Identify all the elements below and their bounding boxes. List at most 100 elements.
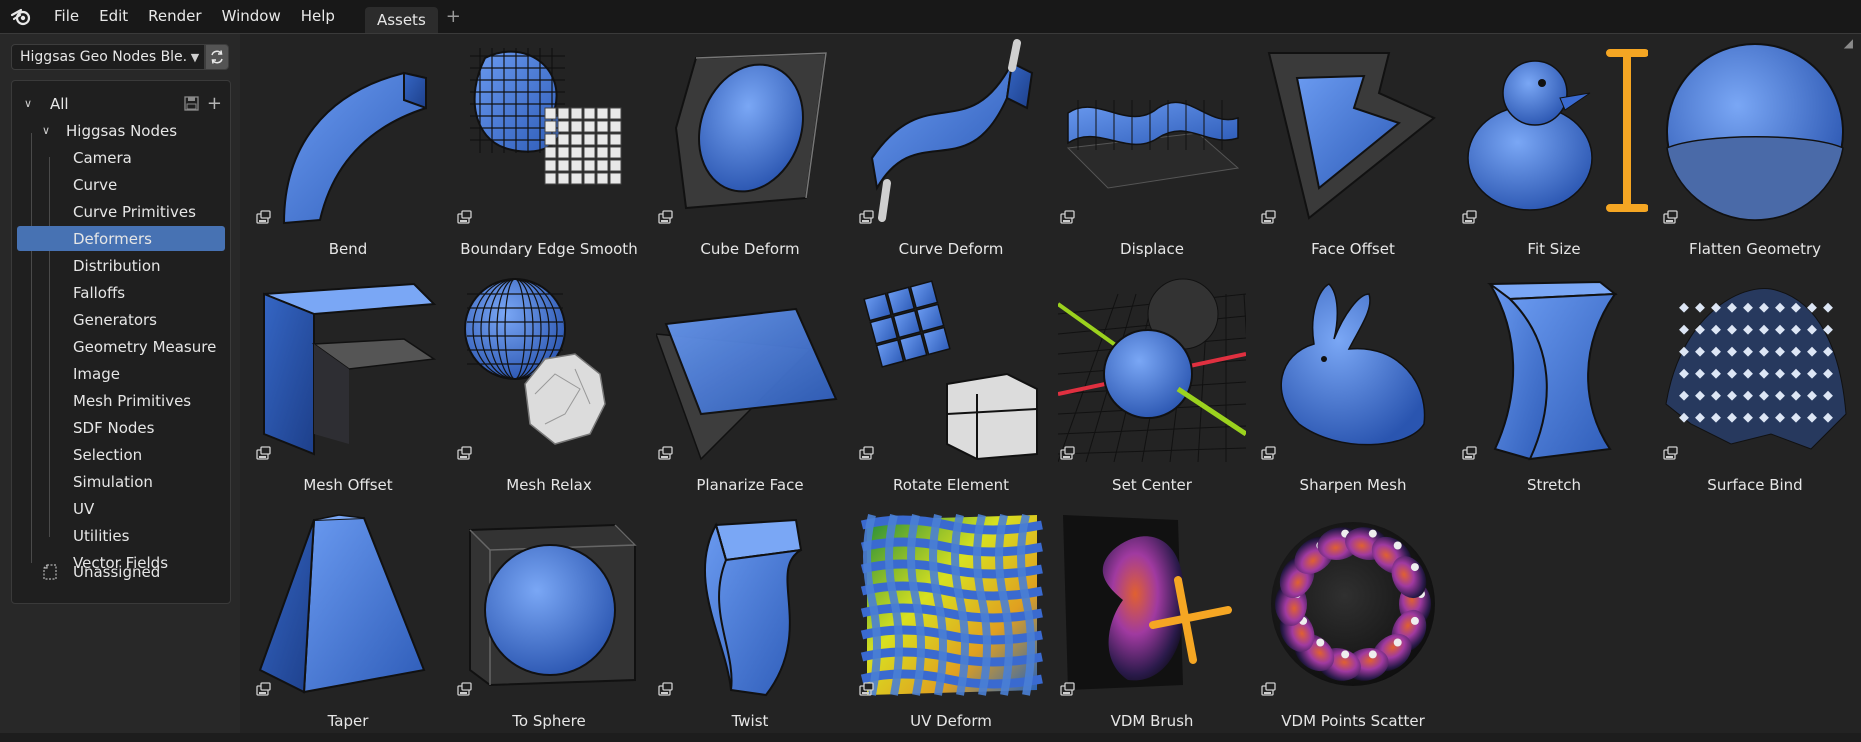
- geometry-nodes-type-icon: [1663, 209, 1679, 225]
- catalog-item-generators[interactable]: Generators: [12, 306, 230, 333]
- catalog-unassigned[interactable]: Unassigned: [12, 558, 230, 585]
- boundary-edge-smooth-thumbnail: [455, 38, 643, 226]
- geometry-nodes-type-icon: [859, 445, 875, 461]
- geometry-nodes-type-icon: [1060, 681, 1076, 697]
- catalog-higgsas-nodes[interactable]: ∨ Higgsas Nodes: [12, 117, 230, 144]
- refresh-library-button[interactable]: [205, 44, 229, 70]
- asset-card-cube-deform[interactable]: Cube Deform: [650, 34, 850, 270]
- catalog-label: Distribution: [73, 256, 161, 275]
- catalog-item-deformers[interactable]: Deformers: [12, 225, 230, 252]
- asset-card-mesh-relax[interactable]: Mesh Relax: [449, 270, 649, 506]
- tab-assets[interactable]: Assets: [364, 7, 438, 33]
- menu-render[interactable]: Render: [138, 0, 211, 33]
- catalog-label: Camera: [73, 148, 132, 167]
- asset-card-flatten-geometry[interactable]: Flatten Geometry: [1655, 34, 1855, 270]
- geometry-nodes-type-icon: [1261, 681, 1277, 697]
- catalog-label: Deformers: [73, 229, 152, 248]
- asset-name: Fit Size: [1527, 240, 1581, 258]
- asset-card-twist[interactable]: Twist: [650, 506, 850, 742]
- vdm-points-scatter-thumbnail: [1259, 510, 1447, 698]
- asset-card-fit-size[interactable]: Fit Size: [1454, 34, 1654, 270]
- add-workspace-button[interactable]: +: [446, 0, 461, 33]
- catalog-label: Mesh Primitives: [73, 391, 192, 410]
- face-offset-thumbnail: [1259, 38, 1447, 226]
- asset-card-curve-deform[interactable]: Curve Deform: [851, 34, 1051, 270]
- menu-window[interactable]: Window: [212, 0, 291, 33]
- geometry-nodes-type-icon: [457, 681, 473, 697]
- menu-help[interactable]: Help: [291, 0, 345, 33]
- asset-name: Face Offset: [1311, 240, 1395, 258]
- chevron-down-icon[interactable]: ∨: [24, 97, 38, 110]
- planarize-face-thumbnail: [654, 274, 844, 462]
- top-menu-bar: File Edit Render Window Help Assets +: [0, 0, 1861, 33]
- geometry-nodes-type-icon: [859, 209, 875, 225]
- asset-card-boundary-edge-smooth[interactable]: Boundary Edge Smooth: [449, 34, 649, 270]
- asset-name: Surface Bind: [1707, 476, 1803, 494]
- asset-card-uv-deform[interactable]: UV Deform: [851, 506, 1051, 742]
- asset-card-bend[interactable]: Bend: [248, 34, 448, 270]
- sharpen-mesh-thumbnail: [1259, 274, 1447, 462]
- catalog-label: Simulation: [73, 472, 153, 491]
- geometry-nodes-type-icon: [859, 681, 875, 697]
- asset-name: Twist: [731, 712, 769, 730]
- catalog-item-curve[interactable]: Curve: [12, 171, 230, 198]
- library-dropdown[interactable]: Higgsas Geo Nodes Ble... ▼: [11, 44, 205, 70]
- catalog-item-selection[interactable]: Selection: [12, 441, 230, 468]
- catalog-label: Higgsas Nodes: [66, 121, 178, 140]
- asset-card-rotate-element[interactable]: Rotate Element: [851, 270, 1051, 506]
- asset-grid: ◢ Bend Boundary Edge Smooth Cube Deform Cur…: [240, 34, 1861, 733]
- catalog-label: UV: [73, 499, 95, 518]
- library-selector-row: Higgsas Geo Nodes Ble... ▼: [11, 44, 229, 70]
- geometry-nodes-type-icon: [1060, 445, 1076, 461]
- asset-name: Mesh Offset: [303, 476, 393, 494]
- catalog-item-camera[interactable]: Camera: [12, 144, 230, 171]
- chevron-down-icon[interactable]: ∨: [42, 124, 56, 137]
- save-catalog-icon[interactable]: [184, 96, 199, 111]
- catalog-label: Curve: [73, 175, 118, 194]
- add-catalog-icon[interactable]: +: [207, 93, 222, 114]
- menu-file[interactable]: File: [44, 0, 89, 33]
- geometry-nodes-type-icon: [658, 681, 674, 697]
- asset-card-planarize-face[interactable]: Planarize Face: [650, 270, 850, 506]
- catalog-root-all[interactable]: ∨ All +: [12, 90, 230, 117]
- asset-card-to-sphere[interactable]: To Sphere: [449, 506, 649, 742]
- asset-card-stretch[interactable]: Stretch: [1454, 270, 1654, 506]
- asset-card-sharpen-mesh[interactable]: Sharpen Mesh: [1253, 270, 1453, 506]
- asset-card-face-offset[interactable]: Face Offset: [1253, 34, 1453, 270]
- asset-name: VDM Brush: [1110, 712, 1194, 730]
- asset-card-set-center[interactable]: Set Center: [1052, 270, 1255, 506]
- flatten-geometry-thumbnail: [1661, 38, 1849, 226]
- library-name: Higgsas Geo Nodes Ble...: [20, 49, 186, 65]
- rotate-element-thumbnail: [857, 274, 1045, 462]
- asset-card-displace[interactable]: Displace: [1052, 34, 1252, 270]
- catalog-item-simulation[interactable]: Simulation: [12, 468, 230, 495]
- asset-name: Mesh Relax: [506, 476, 592, 494]
- catalog-item-distribution[interactable]: Distribution: [12, 252, 230, 279]
- asset-card-taper[interactable]: Taper: [248, 506, 448, 742]
- asset-name: Displace: [1120, 240, 1184, 258]
- menu-edit[interactable]: Edit: [89, 0, 138, 33]
- catalog-item-utilities[interactable]: Utilities: [12, 522, 230, 549]
- catalog-item-falloffs[interactable]: Falloffs: [12, 279, 230, 306]
- asset-card-vdm-points-scatter[interactable]: VDM Points Scatter: [1253, 506, 1453, 742]
- geometry-nodes-type-icon: [457, 445, 473, 461]
- asset-card-mesh-offset[interactable]: Mesh Offset: [248, 270, 448, 506]
- asset-sidebar: Higgsas Geo Nodes Ble... ▼ ∨ All + ∨ Hig…: [0, 34, 240, 733]
- asset-card-vdm-brush[interactable]: VDM Brush: [1052, 506, 1252, 742]
- catalog-item-sdf-nodes[interactable]: SDF Nodes: [12, 414, 230, 441]
- blender-logo-icon[interactable]: [10, 5, 34, 29]
- catalog-item-image[interactable]: Image: [12, 360, 230, 387]
- catalog-item-curve-primitives[interactable]: Curve Primitives: [12, 198, 230, 225]
- catalog-label: Selection: [73, 445, 143, 464]
- catalog-item-mesh-primitives[interactable]: Mesh Primitives: [12, 387, 230, 414]
- asset-card-surface-bind[interactable]: Surface Bind: [1655, 270, 1855, 506]
- catalog-item-uv[interactable]: UV: [12, 495, 230, 522]
- mesh-relax-thumbnail: [455, 274, 643, 462]
- geometry-nodes-type-icon: [1060, 209, 1076, 225]
- taper-thumbnail: [254, 510, 442, 698]
- refresh-icon: [211, 50, 223, 64]
- fit-size-thumbnail: [1460, 38, 1649, 226]
- geometry-nodes-type-icon: [256, 681, 272, 697]
- asset-name: Set Center: [1112, 476, 1192, 494]
- catalog-item-geometry-measure[interactable]: Geometry Measure: [12, 333, 230, 360]
